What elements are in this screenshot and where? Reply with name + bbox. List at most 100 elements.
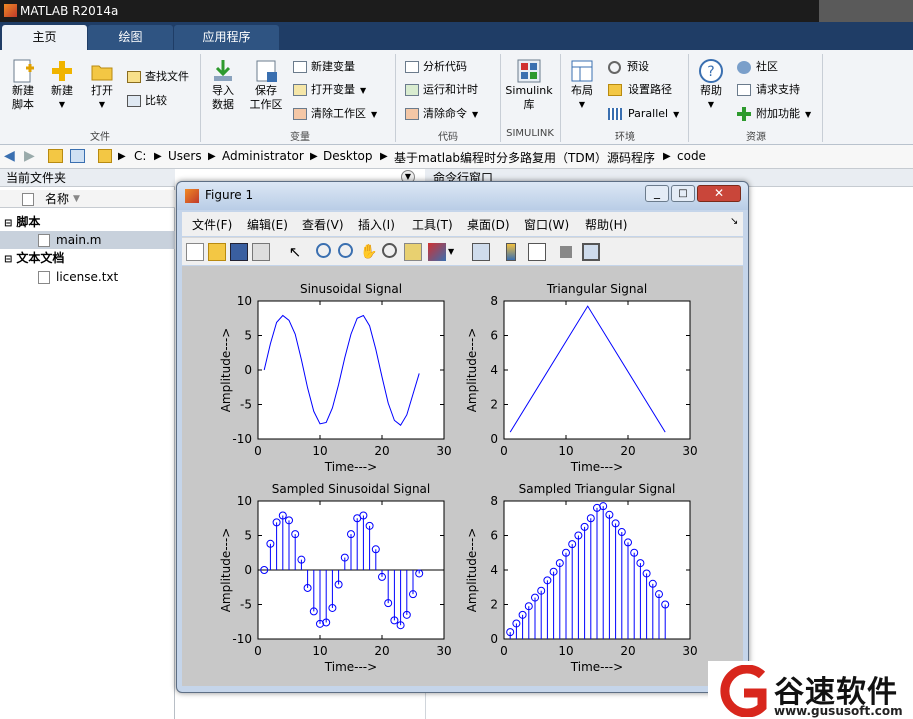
list-item[interactable]: license.txt xyxy=(0,268,175,286)
breadcrumb-administrator[interactable]: Administrator xyxy=(222,149,304,163)
section-code: 代码 xyxy=(438,132,458,143)
browse-folder-icon[interactable] xyxy=(70,149,85,163)
community-label: 社区 xyxy=(756,60,778,73)
preferences-label: 预设 xyxy=(627,60,649,73)
request-support-icon xyxy=(737,84,751,96)
link-plot-icon[interactable] xyxy=(472,243,490,261)
column-header[interactable]: 名称 ▼ xyxy=(0,190,175,208)
parallel-button[interactable]: Parallel ▼ xyxy=(608,104,679,124)
preferences-button[interactable]: 预设 xyxy=(608,57,649,77)
save-icon[interactable] xyxy=(230,243,248,261)
breadcrumb-drive[interactable]: C: xyxy=(134,149,146,163)
breadcrumb-users[interactable]: Users xyxy=(168,149,202,163)
addons-button[interactable]: 附加功能 ▼ xyxy=(737,104,811,124)
addons-icon xyxy=(737,107,751,121)
set-path-icon xyxy=(608,84,622,96)
divider xyxy=(688,54,689,142)
chevron-right-icon: ▶ xyxy=(663,151,671,162)
minimize-button[interactable]: _ xyxy=(645,185,669,202)
menu-window[interactable]: 窗口(W) xyxy=(524,216,569,233)
menu-view[interactable]: 查看(V) xyxy=(302,216,344,233)
menu-desktop[interactable]: 桌面(D) xyxy=(467,216,510,233)
panel-title: 当前文件夹 xyxy=(0,169,175,187)
group-text-label: 文本文档 xyxy=(16,251,65,265)
brush-icon[interactable] xyxy=(428,243,446,261)
menu-insert[interactable]: 插入(I) xyxy=(358,216,395,233)
group-scripts[interactable]: ⊟ 脚本 xyxy=(4,213,40,231)
set-path-button[interactable]: 设置路径 xyxy=(608,80,672,100)
y-tick-label: 0 xyxy=(490,432,498,446)
colorbar-icon[interactable] xyxy=(506,243,516,261)
zoom-out-icon[interactable] xyxy=(338,243,353,258)
x-axis-label: Time---> xyxy=(570,660,623,674)
analyze-code-button[interactable]: 分析代码 xyxy=(405,57,467,77)
tab-home[interactable]: 主页 xyxy=(2,25,87,50)
figure-title-bar: Figure 1 _ □ ✕ xyxy=(177,182,748,210)
divider xyxy=(395,54,396,142)
file-type-icon xyxy=(22,193,34,206)
community-button[interactable]: 社区 xyxy=(737,57,778,77)
show-plot-tools-icon[interactable] xyxy=(582,243,600,261)
chevron-down-icon[interactable]: ▼ xyxy=(448,243,466,261)
menu-edit[interactable]: 编辑(E) xyxy=(247,216,288,233)
menu-file[interactable]: 文件(F) xyxy=(192,216,232,233)
tab-plots[interactable]: 绘图 xyxy=(88,25,173,50)
new-script-button[interactable]: 新建 脚本 xyxy=(6,58,40,112)
clear-commands-icon xyxy=(405,108,419,120)
up-folder-icon[interactable] xyxy=(48,149,63,163)
help-button[interactable]: ? 帮助 ▼ xyxy=(694,58,728,112)
run-and-time-button[interactable]: 运行和计时 xyxy=(405,80,478,100)
clear-commands-button[interactable]: 清除命令 ▼ xyxy=(405,104,478,124)
dock-arrow-icon[interactable]: ↘ xyxy=(730,216,738,227)
menu-help[interactable]: 帮助(H) xyxy=(585,216,627,233)
set-path-label: 设置路径 xyxy=(628,83,672,96)
pan-icon[interactable]: ✋ xyxy=(360,243,378,261)
hide-plot-tools-icon[interactable] xyxy=(560,246,572,258)
simulink-library-button[interactable]: Simulink 库 xyxy=(503,58,555,112)
clear-commands-label: 清除命令 xyxy=(423,107,467,120)
breadcrumb-code[interactable]: code xyxy=(677,149,706,163)
zoom-in-icon[interactable] xyxy=(316,243,331,258)
legend-icon[interactable] xyxy=(528,243,546,261)
request-support-button[interactable]: 请求支持 xyxy=(737,80,800,100)
y-axis-label: Amplitude---> xyxy=(219,528,233,613)
breadcrumb-desktop[interactable]: Desktop xyxy=(323,149,373,163)
save-workspace-button[interactable]: 保存 工作区 xyxy=(246,58,286,112)
layout-button[interactable]: 布局 ▼ xyxy=(565,58,599,112)
tab-apps[interactable]: 应用程序 xyxy=(174,25,279,50)
open-variable-button[interactable]: 打开变量 ▼ xyxy=(293,80,366,100)
chevron-down-icon: ▼ xyxy=(805,110,812,119)
x-tick-label: 20 xyxy=(620,644,635,658)
m-file-icon xyxy=(38,234,50,247)
new-variable-icon xyxy=(293,61,307,73)
compare-button[interactable]: 比较 xyxy=(127,91,167,111)
close-button[interactable]: ✕ xyxy=(697,185,741,202)
y-tick-label: 4 xyxy=(490,363,498,377)
plot-title: Sampled Triangular Signal xyxy=(519,482,676,496)
new-script-icon xyxy=(13,59,34,83)
y-tick-label: 4 xyxy=(490,563,498,577)
back-icon[interactable]: ◀ xyxy=(4,148,15,164)
y-tick-label: 0 xyxy=(244,363,252,377)
open-file-icon[interactable] xyxy=(208,243,226,261)
section-resources: 资源 xyxy=(746,132,766,143)
clear-workspace-button[interactable]: 清除工作区 ▼ xyxy=(293,104,377,124)
forward-icon[interactable]: ▶ xyxy=(24,148,35,164)
new-figure-icon[interactable] xyxy=(186,243,204,261)
open-button[interactable]: 打开 ▼ xyxy=(86,58,118,112)
layout-label: 布局 xyxy=(571,84,593,97)
rotate-icon[interactable] xyxy=(382,243,397,258)
import-data-button[interactable]: 导入 数据 xyxy=(205,58,241,112)
breadcrumb-project[interactable]: 基于matlab编程时分多路复用（TDM）源码程序 xyxy=(394,149,655,166)
find-files-button[interactable]: 查找文件 xyxy=(127,67,189,87)
menu-tools[interactable]: 工具(T) xyxy=(412,216,453,233)
new-button[interactable]: 新建 ▼ xyxy=(46,58,78,112)
data-cursor-icon[interactable] xyxy=(404,243,422,261)
maximize-button[interactable]: □ xyxy=(671,185,695,202)
section-environment: 环境 xyxy=(615,132,635,143)
print-icon[interactable] xyxy=(252,243,270,261)
group-text-documents[interactable]: ⊟ 文本文档 xyxy=(4,249,64,267)
pointer-icon[interactable]: ↖ xyxy=(286,243,304,261)
list-item[interactable]: main.m xyxy=(0,231,175,249)
new-variable-button[interactable]: 新建变量 xyxy=(293,57,355,77)
